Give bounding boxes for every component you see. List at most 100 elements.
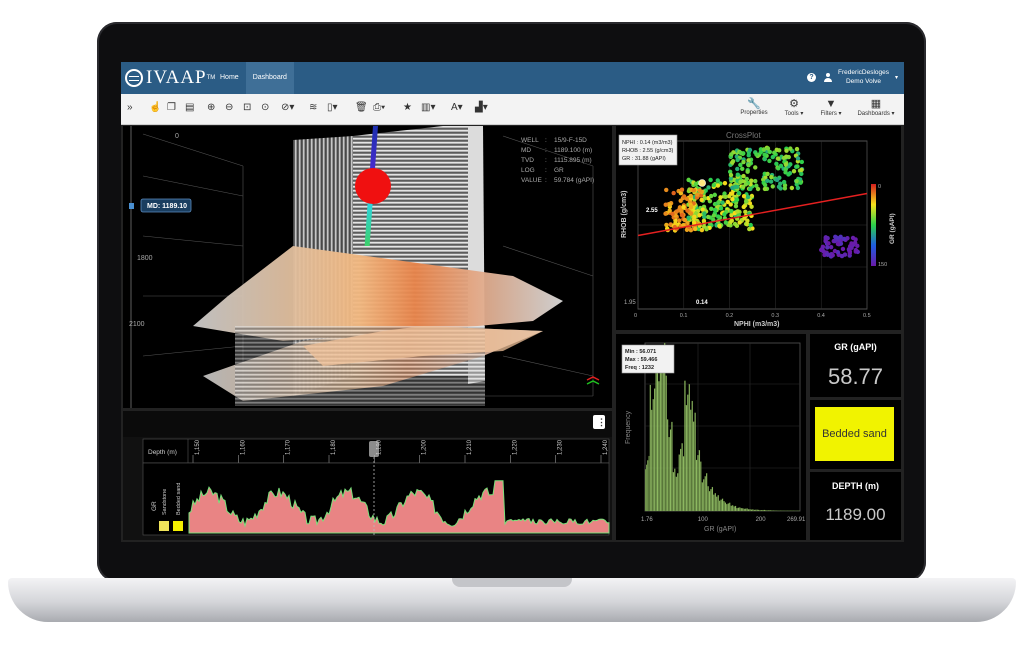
crossplot-point [849,245,854,251]
crossplot-point [765,178,770,184]
histogram-bar [742,508,744,512]
crossplot-point [679,187,685,192]
crossplot-point [741,204,746,210]
crossplot-point [679,212,685,218]
histogram-bar [732,505,734,512]
histogram-bar [682,456,685,512]
crossplot-point [832,248,838,254]
log-track-chart: ⋮ Depth (m) 1,150 1,160 1,170 1,180 1,190 1,2… [123,411,612,536]
crossplot-point [722,212,727,217]
feed-icon[interactable]: ≋ [309,103,317,113]
tooltip-rhob: RHOB : 2.55 (g/cm3) [622,148,674,154]
crossplot-point [736,191,742,196]
crossplot-point [774,161,779,167]
text-annotation-icon[interactable]: A▾ [451,103,463,113]
copy-icon[interactable]: ❐ [167,103,176,113]
dashboards-button[interactable]: ▦ Dashboards ▾ [853,98,899,117]
dashboards-label: Dashboards [857,111,890,117]
histogram-panel[interactable]: 1.76 100 200 269.91 Frequency GR (gAPI) Min… [616,334,806,540]
zoom-reset-icon[interactable]: ⊙ [261,103,269,113]
crossplot-x-tick: 0.1 [680,313,688,319]
crossplot-point [693,226,698,232]
histogram-bar [720,499,722,512]
histogram-x-tick: 269.91 [787,517,806,523]
crossplot-point [819,247,824,253]
pointer-tool-icon[interactable]: ☝ [149,103,161,113]
crossplot-point [753,178,758,184]
track-layout-icon[interactable]: ▥▾ [421,103,435,113]
well-info-readout: WELL MD TVD LOG VALUE : : : : : 15/9-F-1… [521,137,594,184]
app-logo[interactable]: IVAAP TM [125,67,215,89]
log-track-panel[interactable]: ⋮ Depth (m) 1,150 1,160 1,170 1,180 1,190 1,2… [123,411,612,540]
info-val-md: 1189.100 (m) [554,147,592,154]
histogram-bar [772,510,774,512]
histogram-bar [758,509,760,512]
user-menu-caret-icon[interactable]: ▾ [895,74,898,81]
properties-button[interactable]: 🔧 Properties [737,98,771,116]
legend-swatch-sandstone [159,521,169,531]
zoom-options-icon[interactable]: ⊘▾ [281,103,294,113]
histogram-bar [752,509,754,512]
collapse-sidebar-icon[interactable]: » [127,103,133,113]
crossplot-point [795,164,800,169]
crossplot-point [768,179,774,184]
histogram-bar [716,496,718,512]
crossplot-point [748,186,753,192]
depth-tick-label: 1,220 [512,439,518,455]
lithology-card: Bedded sand [810,400,901,469]
histogram-bar [747,509,750,512]
histogram-bar [713,494,715,512]
app-screen: IVAAP TM Home Dashboard ? FredericDesloge… [121,62,904,542]
histogram-bar [769,510,771,512]
zoom-in-icon[interactable]: ⊕ [207,103,215,113]
crossplot-point [712,207,718,213]
crossplot-point [754,152,759,157]
crossplot-point [735,157,740,163]
histogram-bar [740,508,742,512]
crossplot-panel[interactable]: CrossPlot 0 0.1 0.2 0.3 0.4 0.5 2.55 1.95 0.1… [616,126,901,330]
crossplot-point [795,156,801,161]
histogram-bar [697,454,699,512]
tools-button[interactable]: ⚙ Tools ▾ [779,98,809,117]
help-icon[interactable]: ? [807,72,817,82]
histogram-bar [743,508,745,512]
nav-home[interactable]: Home [213,62,246,94]
histogram-bar [734,505,737,512]
page-icon[interactable]: ▯▾ [327,103,338,113]
toolbar: » ☝ ❐ ▤ ⊕ ⊖ ⊡ ⊙ ⊘▾ ≋ ▯▾ 🗑 ⎙▾ ★ ▥▾ A▾ ▟▾ … [121,94,904,125]
crossplot-point [786,172,791,177]
crossplot-point [711,213,717,218]
histogram-bar [648,455,650,512]
histogram-bar [714,493,716,512]
crossplot-point [784,154,789,159]
print-icon[interactable]: ⎙▾ [373,103,385,113]
depth-cursor-handle[interactable] [369,441,379,457]
histogram-bar [703,479,705,512]
crossplot-point [677,218,682,223]
histogram-bar [717,495,719,512]
crossplot-point [794,146,800,152]
paste-icon[interactable]: ▤ [185,103,194,113]
favorite-icon[interactable]: ★ [403,103,412,113]
histogram-bar [762,509,764,512]
histogram-bar [753,509,755,512]
crossplot-point [735,166,740,172]
chart-options-icon[interactable]: ▟▾ [475,103,488,113]
histogram-bar [763,509,766,512]
crossplot-point [699,197,704,203]
colorbar-tick-150: 150 [878,262,887,268]
crossplot-point [741,194,747,199]
track-menu-icon[interactable]: ⋮ [597,417,606,427]
zoom-box-icon[interactable]: ⊡ [243,103,251,113]
crossplot-point [769,174,774,180]
nav-dashboard[interactable]: Dashboard [245,62,294,94]
user-menu[interactable]: ? FredericDesloges Demo Volve ▾ [807,68,898,86]
histogram-bar [649,384,651,512]
crossplot-point [695,192,700,197]
info-key-well: WELL [521,137,539,144]
delete-icon[interactable]: 🗑 [355,103,368,113]
seismic-3d-view[interactable]: 0 1800 2100 WELL MD TVD LOG VALUE : : : … [123,126,612,408]
zoom-out-icon[interactable]: ⊖ [225,103,233,113]
filters-button[interactable]: ▼ Filters ▾ [815,98,847,117]
crossplot-point [770,154,776,160]
